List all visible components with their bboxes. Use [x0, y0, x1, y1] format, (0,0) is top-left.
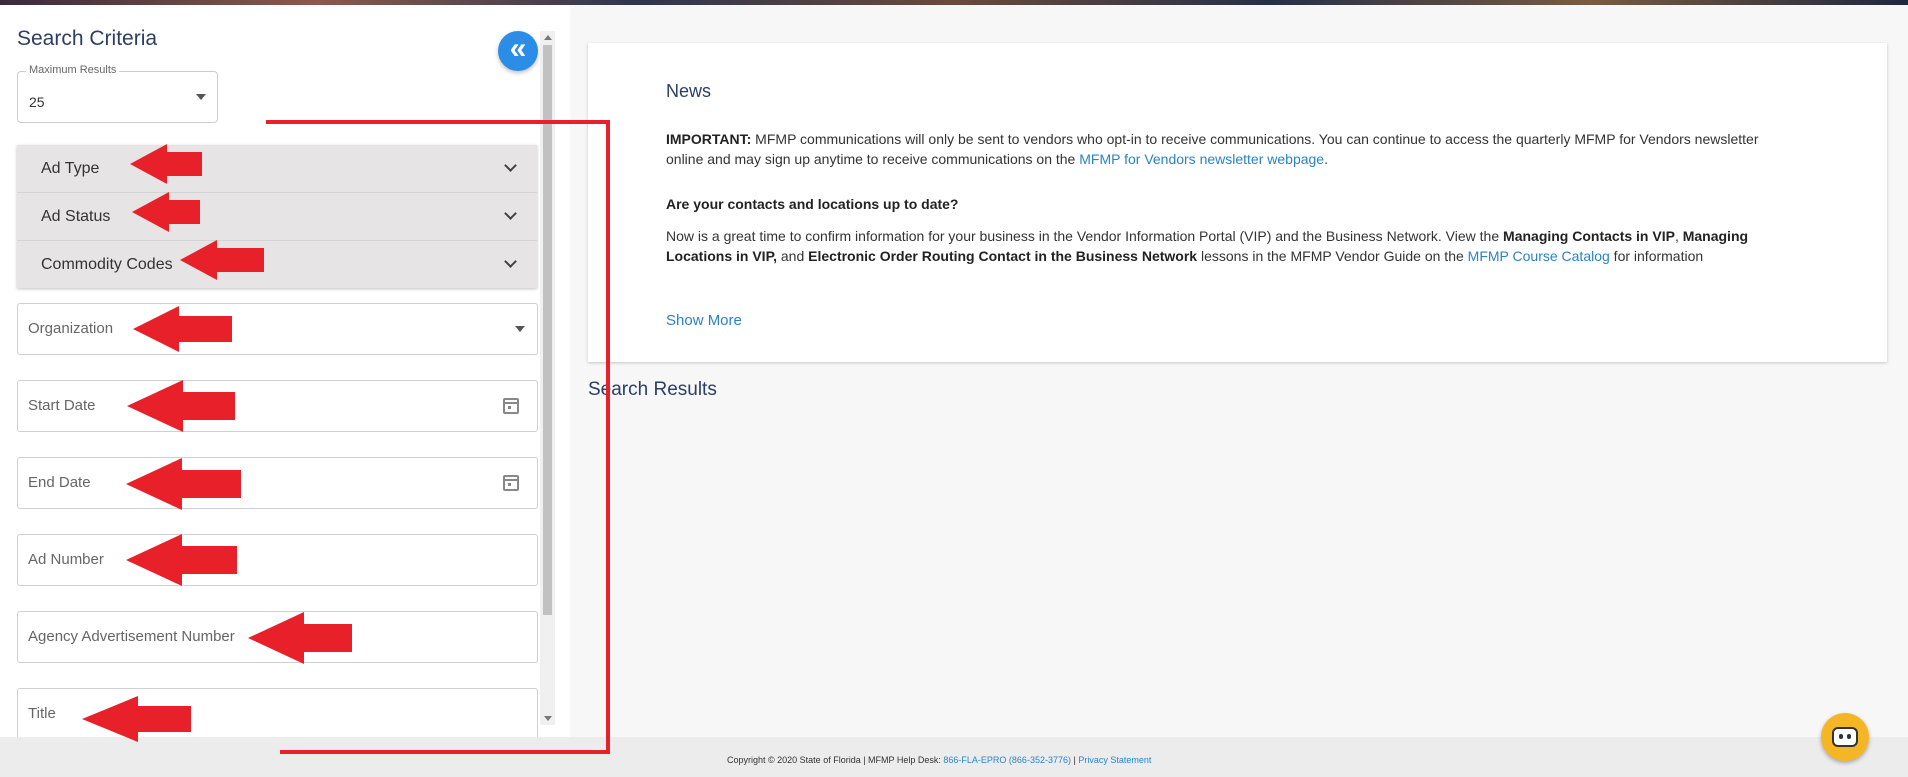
news-card: News IMPORTANT: MFMP communications will… [588, 43, 1887, 362]
chevron-down-icon [504, 207, 517, 220]
organization-select[interactable]: Organization [17, 303, 538, 355]
title-input[interactable]: Title [17, 688, 538, 740]
chatbot-button[interactable] [1821, 713, 1869, 761]
helpdesk-phone-link[interactable]: 866-FLA-EPRO (866-352-3776) [943, 755, 1071, 765]
maximum-results-value: 25 [29, 94, 45, 110]
agency-advertisement-number-input[interactable]: Agency Advertisement Number [17, 611, 538, 663]
end-date-field[interactable]: End Date [17, 457, 538, 509]
footer: Copyright © 2020 State of Florida | MFMP… [0, 737, 1908, 777]
news-paragraph-contacts: Now is a great time to confirm informati… [666, 226, 1796, 266]
panel-scrollbar[interactable] [540, 31, 555, 725]
panel-title: Search Criteria [17, 27, 158, 50]
scroll-down-icon[interactable] [544, 716, 552, 721]
chevron-down-icon [504, 159, 517, 172]
calendar-icon[interactable] [503, 475, 519, 491]
scrollbar-thumb[interactable] [543, 45, 552, 615]
chevron-down-icon [504, 255, 517, 268]
news-text: for information [1609, 248, 1704, 264]
news-body: IMPORTANT: MFMP communications will only… [666, 129, 1796, 291]
agency-advertisement-number-label: Agency Advertisement Number [28, 628, 235, 645]
maximum-results-select[interactable]: Maximum Results 25 [17, 64, 218, 123]
news-text: . [1324, 151, 1328, 167]
chatbot-icon [1832, 727, 1858, 747]
accordion-label: Ad Type [41, 160, 100, 177]
double-chevron-left-icon: « [509, 32, 527, 65]
newsletter-webpage-link[interactable]: MFMP for Vendors newsletter webpage [1079, 151, 1324, 167]
news-text: lessons in the MFMP Vendor Guide on the [1197, 248, 1468, 264]
chatbot-eye [1839, 734, 1843, 739]
ad-number-input[interactable]: Ad Number [17, 534, 538, 586]
copyright-text: Copyright © 2020 State of Florida [727, 755, 861, 765]
news-text: Now is a great time to confirm informati… [666, 228, 1504, 244]
privacy-statement-link[interactable]: Privacy Statement [1078, 755, 1151, 765]
caret-down-icon [515, 326, 525, 332]
accordion-commodity-codes[interactable]: Commodity Codes [17, 241, 537, 288]
news-title: News [666, 81, 712, 101]
calendar-icon[interactable] [503, 398, 519, 414]
news-bold: Electronic Order Routing Contact in the … [808, 248, 1198, 264]
contacts-heading: Are your contacts and locations up to da… [666, 196, 959, 212]
start-date-field[interactable]: Start Date [17, 380, 538, 432]
chatbot-eye [1847, 734, 1851, 739]
organization-label: Organization [28, 320, 114, 337]
news-text: and [777, 248, 809, 264]
maximum-results-label: Maximum Results [26, 64, 120, 76]
search-results-title: Search Results [588, 379, 717, 400]
footer-separator: | MFMP Help Desk: [860, 755, 944, 765]
accordion-ad-type[interactable]: Ad Type [17, 145, 537, 193]
caret-down-icon [196, 94, 206, 100]
important-label: IMPORTANT: [666, 131, 752, 147]
news-text: , [1674, 228, 1683, 244]
filter-accordion: Ad Type Ad Status Commodity Codes [17, 145, 537, 288]
start-date-label: Start Date [28, 397, 96, 414]
collapse-panel-button[interactable]: « [498, 31, 538, 71]
search-criteria-panel: Search Criteria « Maximum Results 25 Ad … [0, 5, 570, 740]
end-date-label: End Date [28, 474, 91, 491]
scroll-up-icon[interactable] [544, 35, 552, 40]
news-bold: Managing Contacts in VIP [1503, 228, 1675, 244]
show-more-link[interactable]: Show More [666, 312, 742, 329]
accordion-ad-status[interactable]: Ad Status [17, 193, 537, 241]
footer-text: Copyright © 2020 State of Florida | MFMP… [727, 755, 1151, 765]
title-label: Title [28, 705, 56, 722]
news-paragraph-important: IMPORTANT: MFMP communications will only… [666, 129, 1796, 169]
ad-number-label: Ad Number [28, 551, 104, 568]
accordion-label: Ad Status [41, 208, 111, 225]
course-catalog-link[interactable]: MFMP Course Catalog [1468, 248, 1610, 264]
accordion-label: Commodity Codes [41, 256, 173, 273]
